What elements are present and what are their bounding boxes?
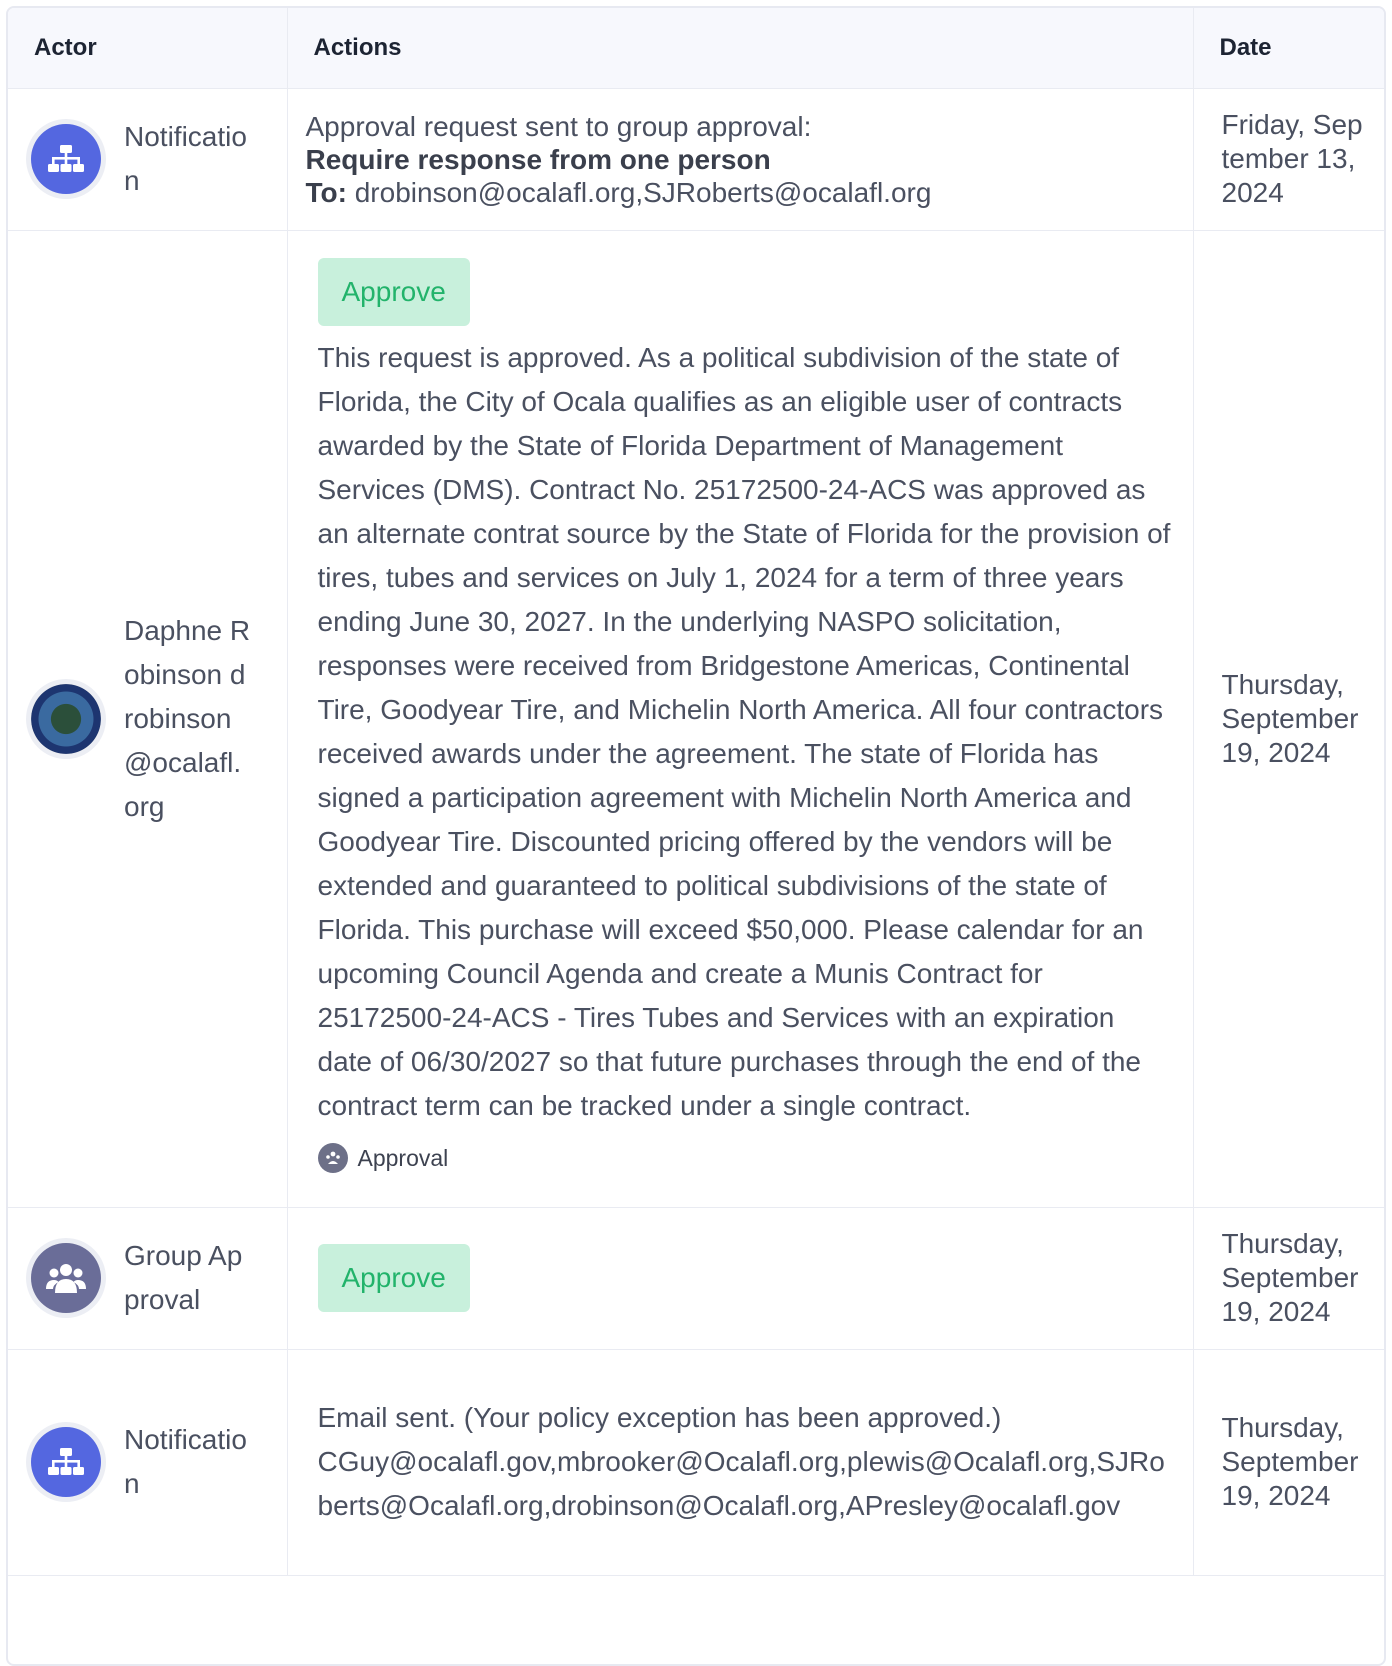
approval-rule: Require response from one person xyxy=(305,143,771,175)
date-cell: Thursday, September 19, 2024 xyxy=(1192,230,1384,1208)
actor-cell: Notificatio n xyxy=(8,1349,287,1576)
history-table: Actor Actions Date Notificatio n Approva… xyxy=(8,8,1384,1576)
column-header-actions[interactable]: Actions xyxy=(286,8,1193,89)
actor-cell: Daphne Robinson drobinson @ocalafl. org xyxy=(8,230,287,1208)
sitemap-icon xyxy=(31,1427,101,1497)
approve-status-badge[interactable]: Approve xyxy=(317,257,470,326)
actor: Notificatio n xyxy=(26,115,273,203)
actor: Group Approval xyxy=(26,1234,273,1322)
actor-name: Notificatio n xyxy=(124,1424,247,1499)
actions-cell: Email sent. (Your policy exception has b… xyxy=(286,1349,1193,1576)
recipients-value: drobinson@ocalafl.org,SJRoberts@ocalafl.… xyxy=(346,176,932,208)
actor: Notificatio n xyxy=(26,1418,273,1506)
actions-cell: Approve xyxy=(286,1207,1193,1350)
history-table-container: Actor Actions Date Notificatio n Approva… xyxy=(6,6,1386,1666)
action-description: Approval request sent to group approval: xyxy=(305,110,812,142)
table-row: Daphne Robinson drobinson @ocalafl. org … xyxy=(8,230,1384,1208)
avatar xyxy=(26,1238,106,1318)
email-recipients: CGuy@ocalafl.gov,mbrooker@Ocalafl.org,pl… xyxy=(317,1446,1165,1521)
approval-comment: This request is approved. As a political… xyxy=(317,341,1171,1121)
recipients-label: To: xyxy=(305,176,347,208)
users-group-icon xyxy=(31,1243,101,1313)
city-seal-avatar xyxy=(31,683,101,754)
table-row: Notificatio n Approval request sent to g… xyxy=(8,88,1384,231)
table-row: Notificatio n Email sent. (Your policy e… xyxy=(8,1349,1384,1576)
approval-tag-label: Approval xyxy=(357,1144,449,1171)
recipients: To: drobinson@ocalafl.org,SJRoberts@ocal… xyxy=(306,176,1171,209)
sitemap-icon xyxy=(31,124,101,194)
avatar xyxy=(26,678,106,759)
actor-name: Notificatio n xyxy=(124,121,247,196)
date-cell: Thursday, September 19, 2024 xyxy=(1192,1349,1384,1576)
table-row: Group Approval Approve Thursday, Septemb… xyxy=(8,1207,1384,1350)
avatar xyxy=(26,1422,106,1502)
approve-status-badge[interactable]: Approve xyxy=(317,1244,470,1312)
table-header-row: Actor Actions Date xyxy=(8,8,1384,89)
approval-tag: Approval xyxy=(317,1136,1171,1180)
date-cell: Friday, September 13, 2024 xyxy=(1192,88,1384,231)
actor-name: Group Approval xyxy=(124,1240,243,1315)
group-tag-icon xyxy=(317,1142,348,1173)
actor: Daphne Robinson drobinson @ocalafl. org xyxy=(26,609,273,829)
date-cell: Thursday, September 19, 2024 xyxy=(1192,1207,1384,1350)
actor-name: Daphne Robinson drobinson @ocalafl. org xyxy=(124,614,251,822)
actor-cell: Notificatio n xyxy=(8,88,287,231)
actions-cell: Approval request sent to group approval:… xyxy=(286,88,1193,231)
column-header-date[interactable]: Date xyxy=(1192,8,1384,89)
column-header-actor[interactable]: Actor xyxy=(8,8,287,89)
actions-cell: Approve This request is approved. As a p… xyxy=(286,230,1193,1208)
email-subject: Email sent. (Your policy exception has b… xyxy=(317,1402,1002,1433)
avatar xyxy=(26,119,106,199)
actor-cell: Group Approval xyxy=(8,1207,287,1350)
